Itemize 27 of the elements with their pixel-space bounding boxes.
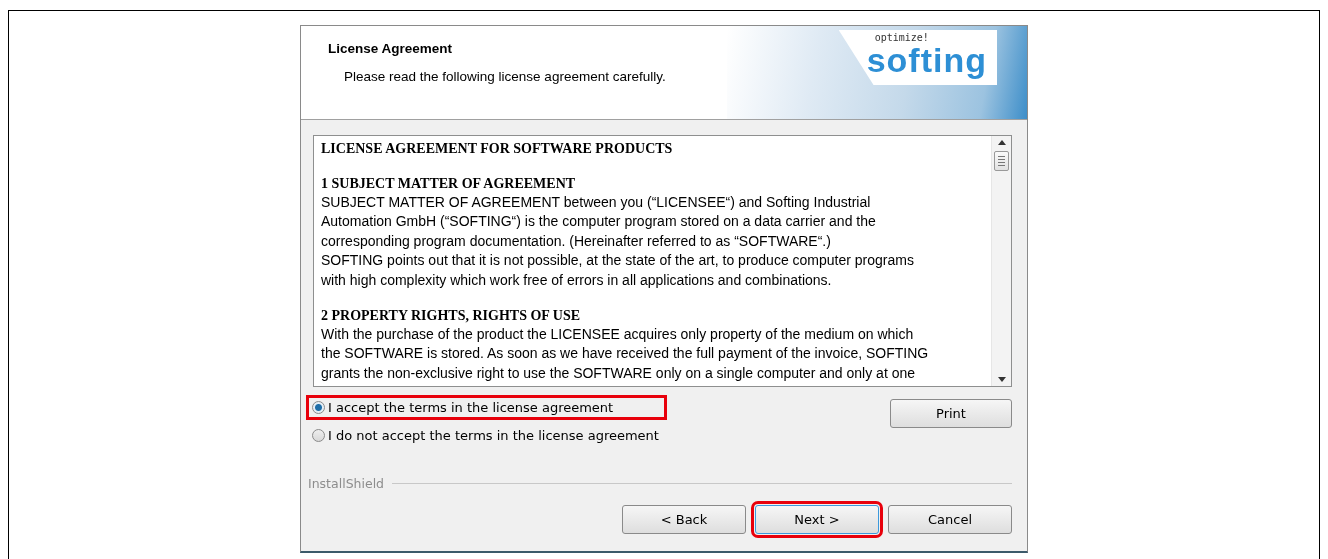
scroll-up-icon[interactable] [997,140,1006,145]
page-subtitle: Please read the following license agreement carefully. [344,69,667,84]
radio-icon[interactable] [312,401,325,414]
page-title: License Agreement [328,41,454,56]
logo-wordmark: softing [866,43,987,77]
logo-tagline: optimize! [874,32,929,43]
license-text-line: corresponding program documentation. (Hereinafter referred to as “SOFTWARE“.) [321,231,832,251]
license-title: LICENSE AGREEMENT FOR SOFTWARE PRODUCTS [321,140,674,158]
license-text-line: SUBJECT MATTER OF AGREEMENT between you (“LICENSEE“) and Softing Industrial [321,193,872,212]
license-text-line: With the purchase of the product the LICENSEE acquires only property of the medium on which [321,325,915,345]
section-heading: 1 SUBJECT MATTER OF AGREEMENT [321,175,577,193]
section-heading: 2 PROPERTY RIGHTS, RIGHTS OF USE [321,307,582,326]
print-button[interactable]: Print [890,399,1012,428]
license-text-line: Automation GmbH (“SOFTING“) is the computer program stored on a data carrier and the [321,212,877,232]
license-text-line: with high complexity which work free of errors in all applications and combinations. [321,270,833,290]
scrollbar[interactable] [991,136,1011,386]
license-text-line: grants the non-exclusive right to use the SOFTWARE only on a single computer and only at one [321,363,916,383]
installer-brand: InstallShield [308,476,385,491]
scroll-thumb[interactable] [994,151,1009,171]
radio-option[interactable]: I accept the terms in the license agreement [308,397,665,418]
nav-button[interactable]: Cancel [888,505,1012,534]
license-text-line: the SOFTWARE is stored. As soon as we have received the full payment of the invoice, SOFTING [321,344,930,364]
license-text-line: SOFTING points out that it is not possible, at the state of the art, to produce computer programs [321,251,915,271]
radio-option[interactable]: I do not accept the terms in the license agreement [308,425,665,446]
radio-icon[interactable] [312,429,325,442]
scroll-down-icon[interactable] [997,377,1006,382]
nav-button[interactable]: < Back [622,505,746,534]
